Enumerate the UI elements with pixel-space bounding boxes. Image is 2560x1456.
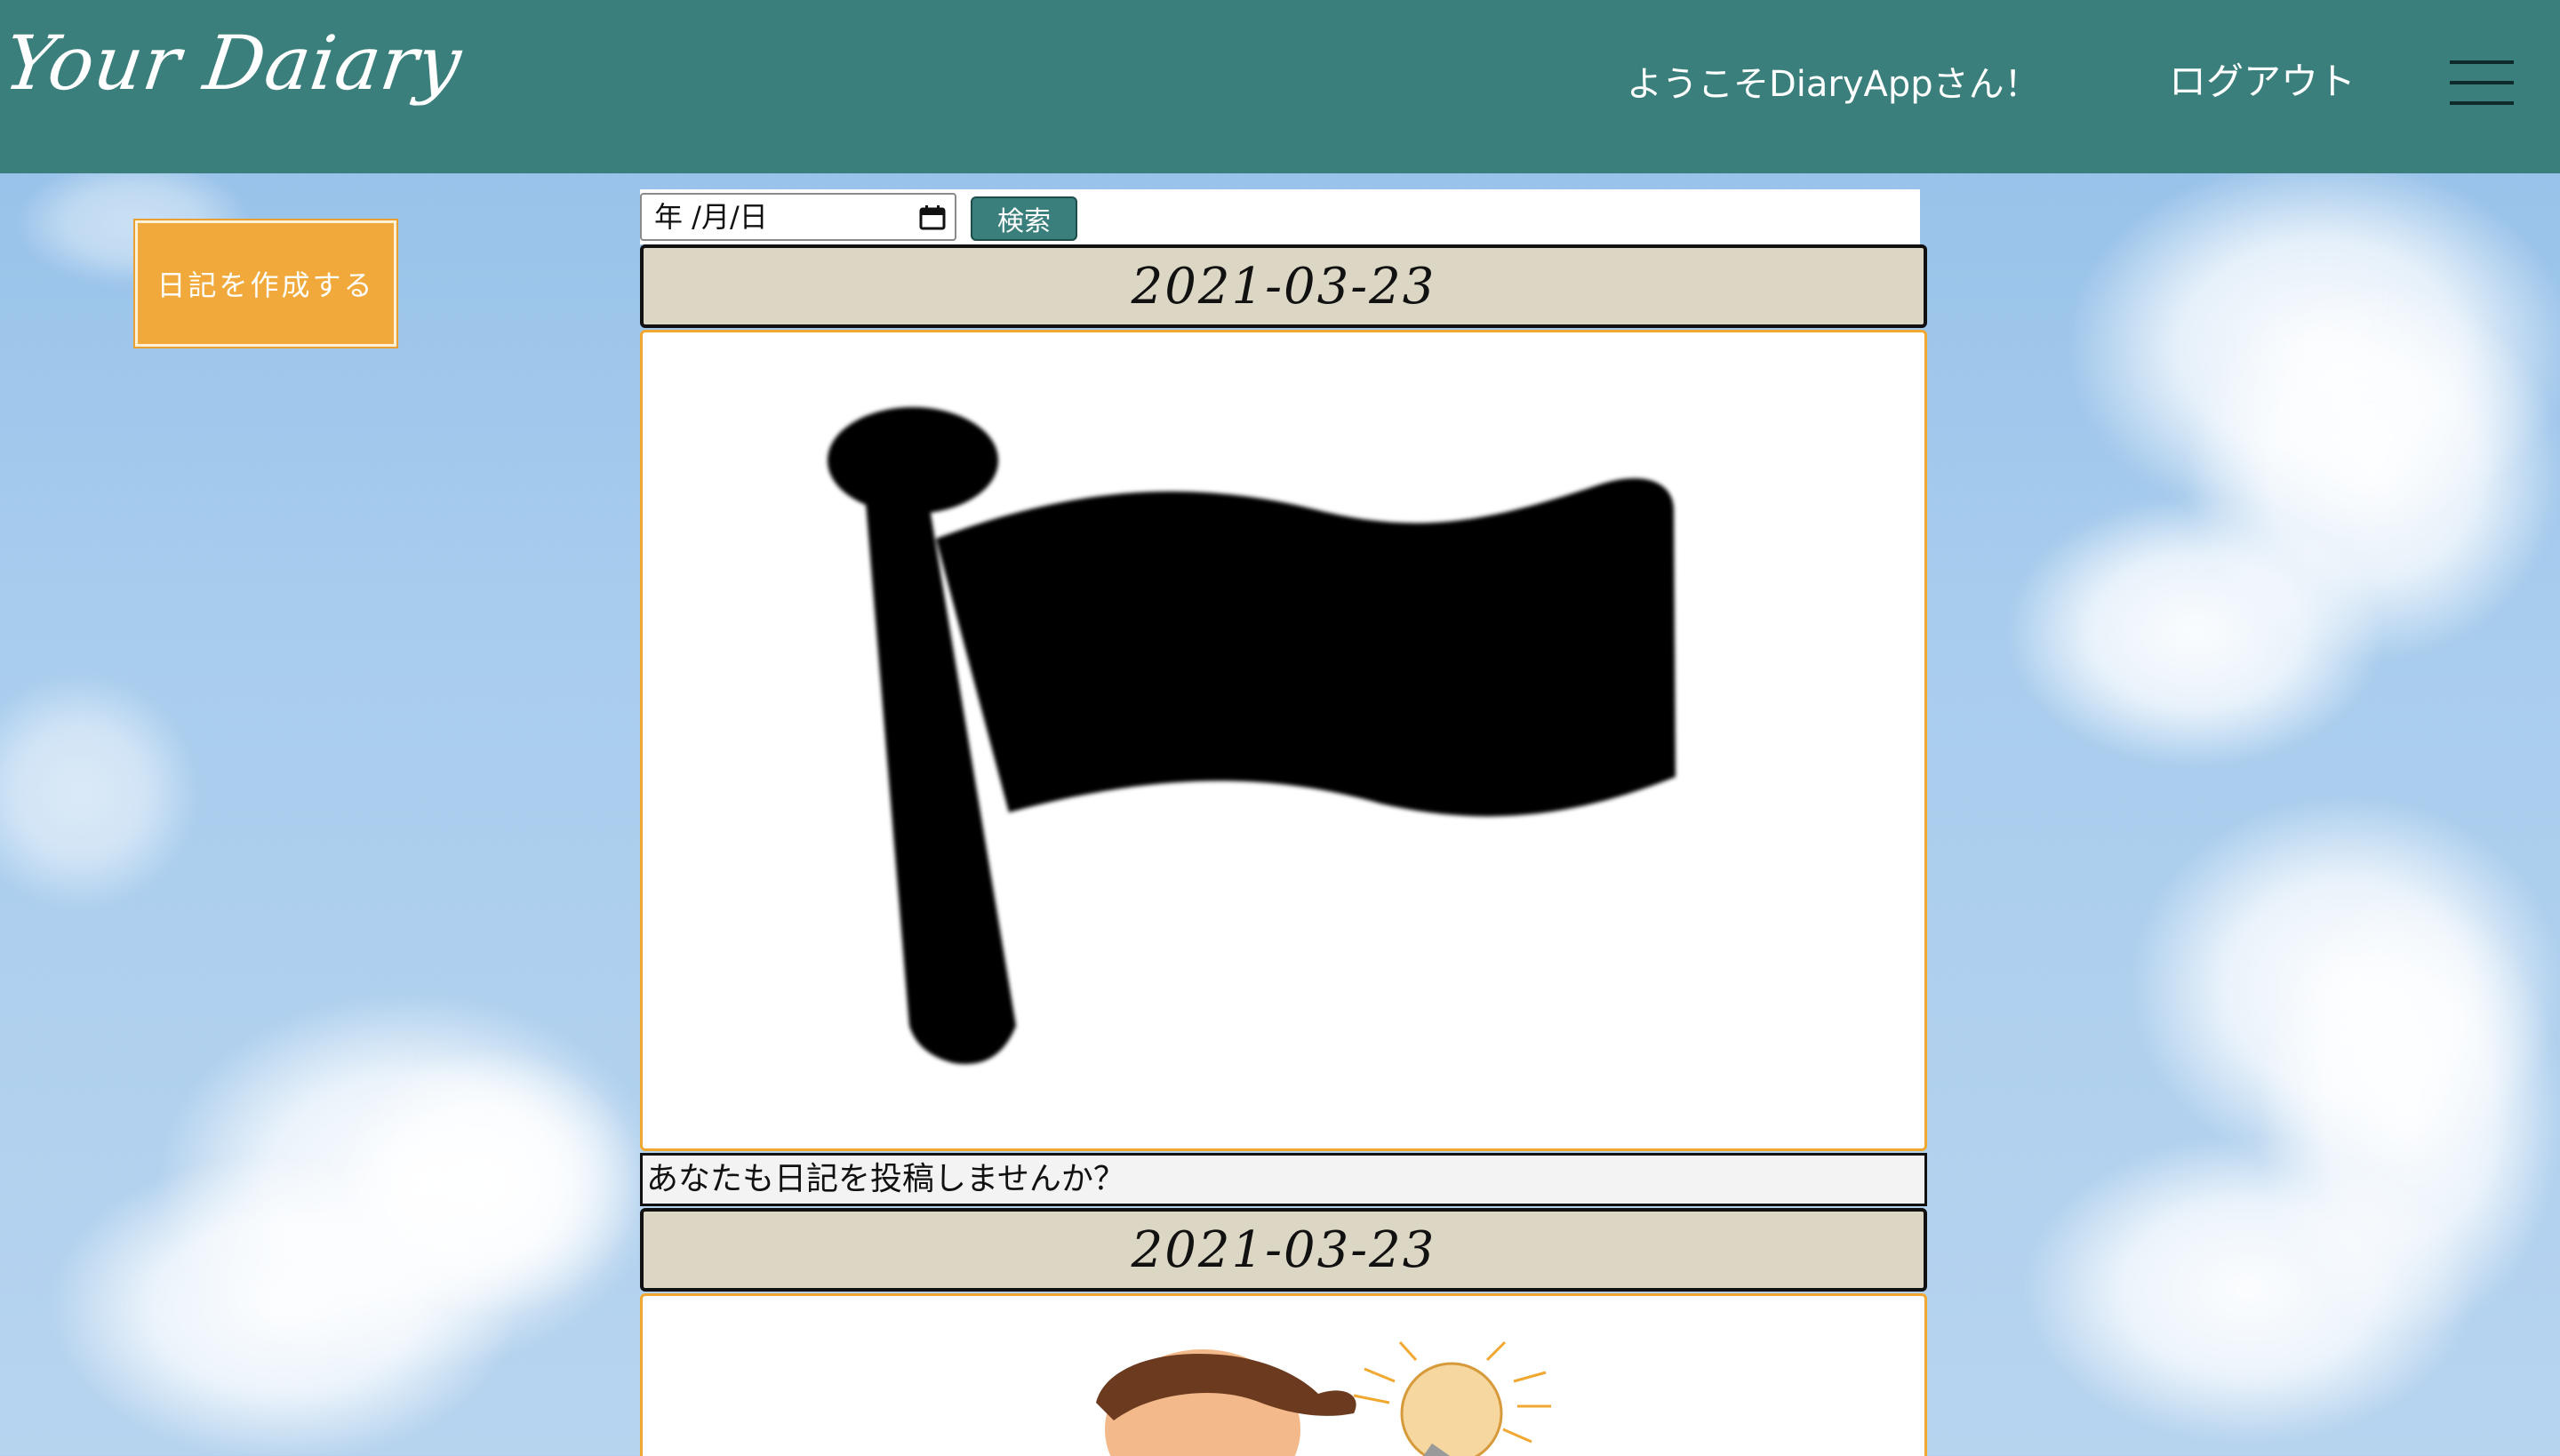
entry-image-card[interactable] [640, 330, 1927, 1151]
entry-caption: あなたも日記を投稿しませんか？ [640, 1153, 1927, 1206]
person-with-lightbulb-illustration [1096, 1340, 1551, 1456]
entry-date-header[interactable]: 2021-03-23 [640, 1208, 1927, 1292]
entry-image-card[interactable] [640, 1293, 1927, 1456]
site-logo[interactable]: Your Daiary [0, 20, 468, 107]
top-header: Your Daiary ようこそDiaryAppさん！ ログアウト [0, 0, 2560, 173]
diary-feed: 年 /月/日 検索 2021-03-23 あなたも日記を投稿しませんか？ 202… [640, 189, 1927, 1456]
date-search-input[interactable]: 年 /月/日 [640, 193, 956, 241]
hamburger-menu-icon[interactable] [2450, 60, 2514, 105]
flag-icon [828, 407, 1676, 1065]
create-diary-button[interactable]: 日記を作成する [135, 220, 396, 347]
logout-link[interactable]: ログアウト [2169, 52, 2356, 106]
welcome-message: ようこそDiaryAppさん！ [1627, 64, 2040, 105]
date-input-placeholder: 年 /月/日 [654, 200, 768, 234]
search-button[interactable]: 検索 [971, 196, 1077, 241]
calendar-icon[interactable] [919, 205, 946, 230]
search-bar: 年 /月/日 検索 [640, 189, 1920, 244]
entry-date-header[interactable]: 2021-03-23 [640, 244, 1927, 328]
